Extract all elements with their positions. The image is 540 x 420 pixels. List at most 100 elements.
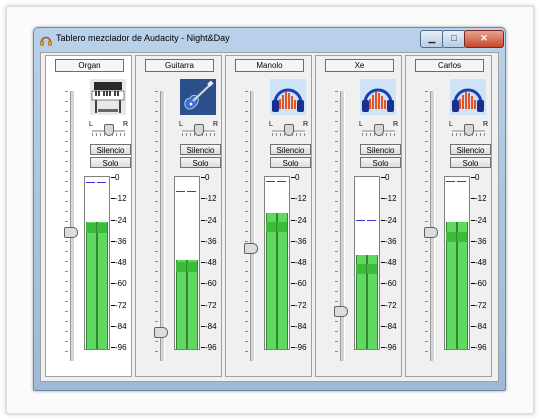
meter-scale-label: 0 [385,173,390,182]
meter-rms-left [176,262,186,273]
solo-button[interactable]: Solo [360,157,401,168]
gain-slider-ticks [155,91,158,361]
track-strip[interactable]: Carlos L R Silencio Solo 0 -12 -24 -36 -48 -60 -72 -… [405,55,492,377]
meter-bar-left [266,212,277,349]
meter-scale-label: -36 [475,236,487,246]
meter-scale-label: -48 [385,258,397,267]
track-strip[interactable]: Manolo L R Silencio Solo 0 -12 -24 -36 -48 -60 -72 -… [225,55,312,377]
gain-slider[interactable] [160,91,165,361]
meter-scale-label: -84 [205,321,217,331]
meter-bar-right [187,260,198,349]
pan-right-label: R [483,121,489,128]
meter-scale-label: -48 [205,258,217,267]
gain-slider[interactable] [430,91,435,361]
track-strip[interactable]: Guitarra L R Silencio Solo 0 -12 -24 -36 -48 -60 -7… [135,55,222,377]
mute-button[interactable]: Silencio [180,144,221,155]
meter-scale-label: -12 [295,194,307,204]
pan-slider-thumb[interactable] [104,124,114,136]
meter-scale-label: -48 [475,258,487,267]
gain-slider-thumb[interactable] [154,326,168,338]
meter-scale-label: -84 [295,321,307,331]
mute-button[interactable]: Silencio [270,144,311,155]
solo-button[interactable]: Solo [90,157,131,168]
track-name[interactable]: Guitarra [145,59,214,72]
gain-slider-thumb[interactable] [424,227,438,239]
level-meter [264,176,290,350]
gain-slider[interactable] [340,91,345,361]
mute-button[interactable]: Silencio [360,144,401,155]
pan-slider-thumb[interactable] [194,124,204,136]
track-name[interactable]: Xe [325,59,394,72]
meter-rms-left [86,223,96,234]
pan-left-label: L [179,121,183,128]
meter-scale-label: -72 [385,300,397,310]
gain-slider-thumb[interactable] [334,305,348,317]
meter-scale-label: -96 [115,343,127,352]
title-bar[interactable]: Tablero mezclador de Audacity - Night&Da… [34,28,505,50]
gain-slider-ticks [335,91,338,361]
meter-scale-label: -12 [385,194,397,204]
solo-button[interactable]: Solo [180,157,221,168]
maximize-button[interactable]: □ [442,30,466,48]
meter-scale-label: 0 [205,173,210,182]
gain-slider-thumb[interactable] [64,227,78,239]
track-name[interactable]: Carlos [415,59,484,72]
meter-peak-right [277,180,286,182]
meter-rms-right [277,221,287,232]
meter-scale-label: 0 [115,173,120,182]
gain-slider-ticks [245,91,248,361]
mute-button[interactable]: Silencio [90,144,131,155]
track-strip[interactable]: Organ L R Silencio Solo 0 -12 -24 -36 -48 -60 -72 -8… [45,55,132,377]
minimize-button[interactable]: ▁ [420,30,444,48]
meter-scale-label: -84 [115,321,127,331]
meter-scale-label: -24 [115,215,127,225]
solo-button[interactable]: Solo [270,157,311,168]
close-button[interactable]: ✕ [464,30,504,48]
level-meter [354,176,380,350]
meter-scale-label: 0 [475,173,480,182]
meter-scale-label: -36 [385,236,397,246]
pan-left-label: L [89,121,93,128]
headphones-icon [450,79,486,115]
meter-scale-label: -60 [205,279,217,289]
meter-scale-label: -72 [475,300,487,310]
mixer-board: Organ L R Silencio Solo 0 -12 -24 -36 -48 -60 -72 -8… [40,52,499,382]
meter-scale-label: -48 [295,258,307,267]
pan-slider-thumb[interactable] [284,124,294,136]
pan-slider-thumb[interactable] [374,124,384,136]
meter-bar-left [86,221,97,349]
gain-slider-thumb[interactable] [244,242,258,254]
electric-guitar-icon [180,79,216,115]
meter-peak-right [187,191,196,193]
mute-button[interactable]: Silencio [450,144,491,155]
headphones-icon [360,79,396,115]
pan-left-label: L [359,121,363,128]
level-meter [174,176,200,350]
meter-scale-label: -24 [385,215,397,225]
solo-button[interactable]: Solo [450,157,491,168]
meter-rms-right [97,223,107,234]
pan-slider-thumb[interactable] [464,124,474,136]
meter-rms-right [187,262,197,273]
pan-left-label: L [269,121,273,128]
meter-scale-label: -60 [115,279,127,289]
gain-slider[interactable] [250,91,255,361]
track-name[interactable]: Manolo [235,59,304,72]
meter-bar-left [176,260,187,349]
track-name[interactable]: Organ [55,59,124,72]
meter-rms-left [356,264,366,274]
meter-bar-right [97,221,108,349]
audacity-headphones-icon [40,33,52,46]
meter-scale-label: 0 [295,173,300,182]
meter-scale-label: -12 [115,194,127,204]
gain-slider[interactable] [70,91,75,361]
meter-peak-left [176,191,185,193]
meter-scale-label: -60 [295,279,307,289]
meter-scale-label: -24 [475,215,487,225]
track-strip[interactable]: Xe L R Silencio Solo 0 -12 -24 -36 -48 -60 -72 -84 -9… [315,55,402,377]
meter-scale-label: -60 [385,279,397,289]
meter-scale-label: -24 [295,215,307,225]
meter-rms-right [367,264,377,274]
gain-slider-ticks [65,91,68,361]
organ-keyboard-icon [90,79,126,115]
